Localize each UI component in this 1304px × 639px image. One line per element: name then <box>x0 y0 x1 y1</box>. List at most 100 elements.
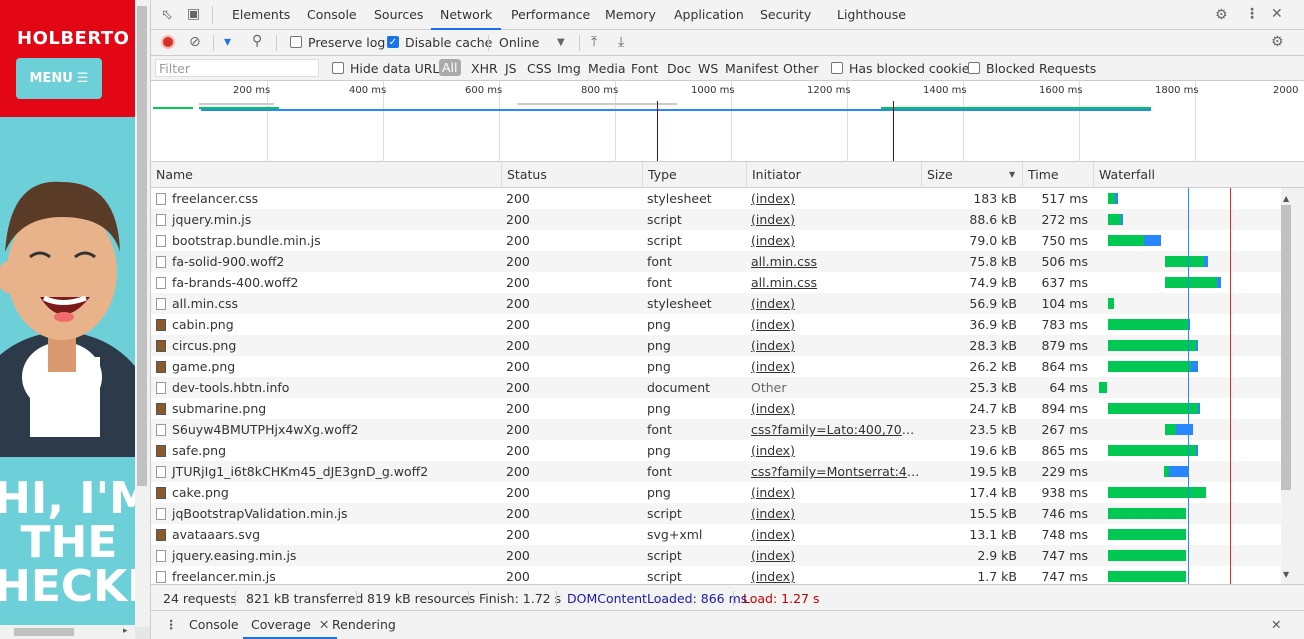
waterfall-download-bar[interactable] <box>1191 361 1198 372</box>
column-header-status[interactable]: Status <box>501 162 642 188</box>
table-row[interactable]: freelancer.css 200 stylesheet (index) 183 kB… <box>151 188 1281 209</box>
initiator-link[interactable]: (index) <box>751 317 795 332</box>
filter-funnel-icon[interactable]: ▾ <box>224 35 231 49</box>
initiator-link[interactable]: (index) <box>751 506 795 521</box>
table-row[interactable]: bootstrap.bundle.min.js 200 script (index) 7… <box>151 230 1281 251</box>
initiator-link[interactable]: (index) <box>751 527 795 542</box>
column-header-name[interactable]: Name <box>151 162 501 188</box>
request-name-cell[interactable]: fa-brands-400.woff2 <box>151 272 501 293</box>
initiator-link[interactable]: css?family=Lato:400,700,40... <box>751 422 921 437</box>
initiator-cell[interactable]: css?family=Montserrat:400,... <box>746 461 921 482</box>
page-vertical-scrollbar[interactable] <box>135 0 150 627</box>
scroll-right-icon[interactable]: ▸ <box>123 626 128 636</box>
initiator-link[interactable]: (index) <box>751 191 795 206</box>
filter-type-all[interactable]: All <box>439 59 461 76</box>
chevron-down-icon[interactable]: ▼ <box>557 36 565 50</box>
settings-gear-icon[interactable]: ⚙ <box>1215 8 1228 22</box>
initiator-cell[interactable]: all.min.css <box>746 251 921 272</box>
request-name-cell[interactable]: game.png <box>151 356 501 377</box>
waterfall-download-bar[interactable] <box>1121 214 1123 225</box>
waterfall-waiting-bar[interactable] <box>1108 487 1206 498</box>
table-row[interactable]: avataaars.svg 200 svg+xml (index) 13.1 kB 748… <box>151 524 1281 545</box>
filter-type-img[interactable]: Img <box>557 61 581 76</box>
drawer-menu-icon[interactable]: ⋮ <box>165 611 178 639</box>
scroll-up-icon[interactable]: ▲ <box>1283 194 1289 203</box>
initiator-cell[interactable]: css?family=Lato:400,700,40... <box>746 419 921 440</box>
initiator-cell[interactable]: all.min.css <box>746 272 921 293</box>
table-row[interactable]: jquery.easing.min.js 200 script (index) 2.9 … <box>151 545 1281 566</box>
tab-security[interactable]: Security <box>760 0 811 30</box>
waterfall-waiting-bar[interactable] <box>1108 403 1198 414</box>
waterfall-waiting-bar[interactable] <box>1108 319 1188 330</box>
timeline-overview[interactable]: 200 ms 400 ms 600 ms 800 ms 1000 ms 1200… <box>151 81 1304 162</box>
request-name-cell[interactable]: jqBootstrapValidation.min.js <box>151 503 501 524</box>
initiator-link[interactable]: (index) <box>751 338 795 353</box>
initiator-link[interactable]: css?family=Montserrat:400,... <box>751 464 921 479</box>
waterfall-download-bar[interactable] <box>1176 424 1193 435</box>
preserve-log-checkbox[interactable] <box>290 36 302 48</box>
request-name-cell[interactable]: safe.png <box>151 440 501 461</box>
waterfall-waiting-bar[interactable] <box>1108 508 1186 519</box>
export-har-icon[interactable]: ⤓ <box>618 35 624 49</box>
scroll-down-icon[interactable]: ▼ <box>1283 570 1289 579</box>
waterfall-download-bar[interactable] <box>1198 403 1200 414</box>
request-name-cell[interactable]: jquery.easing.min.js <box>151 545 501 566</box>
initiator-cell[interactable]: (index) <box>746 545 921 566</box>
tab-console[interactable]: Console <box>307 0 357 30</box>
initiator-link[interactable]: (index) <box>751 548 795 563</box>
table-row[interactable]: fa-brands-400.woff2 200 font all.min.css 74.… <box>151 272 1281 293</box>
request-name-cell[interactable]: bootstrap.bundle.min.js <box>151 230 501 251</box>
column-header-time[interactable]: Time <box>1022 162 1093 188</box>
waterfall-waiting-bar[interactable] <box>1108 529 1186 540</box>
initiator-cell[interactable]: (index) <box>746 230 921 251</box>
tab-lighthouse[interactable]: Lighthouse <box>837 0 906 30</box>
initiator-link[interactable]: (index) <box>751 401 795 416</box>
table-row[interactable]: S6uyw4BMUTPHjx4wXg.woff2 200 font css?famil… <box>151 419 1281 440</box>
initiator-link[interactable]: (index) <box>751 233 795 248</box>
waterfall-download-bar[interactable] <box>1144 235 1161 246</box>
blocked-requests-checkbox[interactable] <box>968 62 980 74</box>
network-settings-gear-icon[interactable]: ⚙ <box>1271 35 1284 49</box>
request-name-cell[interactable]: dev-tools.hbtn.info <box>151 377 501 398</box>
initiator-cell[interactable]: (index) <box>746 293 921 314</box>
initiator-cell[interactable]: (index) <box>746 335 921 356</box>
table-row[interactable]: circus.png 200 png (index) 28.3 kB 879 ms <box>151 335 1281 356</box>
clear-icon[interactable]: ⊘ <box>189 35 201 49</box>
close-tab-icon[interactable]: ✕ <box>319 617 329 632</box>
waterfall-waiting-bar[interactable] <box>1108 550 1186 561</box>
column-header-size[interactable]: Size <box>921 162 1022 188</box>
waterfall-waiting-bar[interactable] <box>1108 445 1196 456</box>
request-name-cell[interactable]: circus.png <box>151 335 501 356</box>
tab-performance[interactable]: Performance <box>511 0 590 30</box>
table-row[interactable]: cabin.png 200 png (index) 36.9 kB 783 ms <box>151 314 1281 335</box>
request-name-cell[interactable]: jquery.min.js <box>151 209 501 230</box>
waterfall-download-bar[interactable] <box>1204 256 1208 267</box>
filter-type-xhr[interactable]: XHR <box>471 61 498 76</box>
table-row[interactable]: freelancer.min.js 200 script (index) 1.7 kB 7… <box>151 566 1281 584</box>
waterfall-waiting-bar[interactable] <box>1108 298 1114 309</box>
column-header-initiator[interactable]: Initiator <box>746 162 921 188</box>
waterfall-waiting-bar[interactable] <box>1108 235 1144 246</box>
table-row[interactable]: cake.png 200 png (index) 17.4 kB 938 ms <box>151 482 1281 503</box>
waterfall-waiting-bar[interactable] <box>1108 571 1186 582</box>
request-name-cell[interactable]: fa-solid-900.woff2 <box>151 251 501 272</box>
waterfall-download-bar[interactable] <box>1196 340 1198 351</box>
initiator-cell[interactable]: (index) <box>746 503 921 524</box>
tab-application[interactable]: Application <box>674 0 744 30</box>
waterfall-download-bar[interactable] <box>1196 445 1198 456</box>
waterfall-waiting-bar[interactable] <box>1165 424 1176 435</box>
table-row[interactable]: game.png 200 png (index) 26.2 kB 864 ms <box>151 356 1281 377</box>
initiator-cell[interactable]: (index) <box>746 482 921 503</box>
initiator-link[interactable]: all.min.css <box>751 275 817 290</box>
close-drawer-icon[interactable]: ✕ <box>1271 611 1281 639</box>
filter-type-font[interactable]: Font <box>631 61 658 76</box>
has-blocked-cookies-checkbox[interactable] <box>831 62 843 74</box>
drawer-tab-coverage[interactable]: Coverage ✕ <box>243 611 338 639</box>
hide-data-urls-checkbox[interactable] <box>332 62 344 74</box>
filter-type-media[interactable]: Media <box>588 61 626 76</box>
filter-type-doc[interactable]: Doc <box>667 61 691 76</box>
table-row[interactable]: jquery.min.js 200 script (index) 88.6 kB 272 … <box>151 209 1281 230</box>
tab-memory[interactable]: Memory <box>605 0 656 30</box>
request-name-cell[interactable]: S6uyw4BMUTPHjx4wXg.woff2 <box>151 419 501 440</box>
waterfall-waiting-bar[interactable] <box>1108 361 1191 372</box>
